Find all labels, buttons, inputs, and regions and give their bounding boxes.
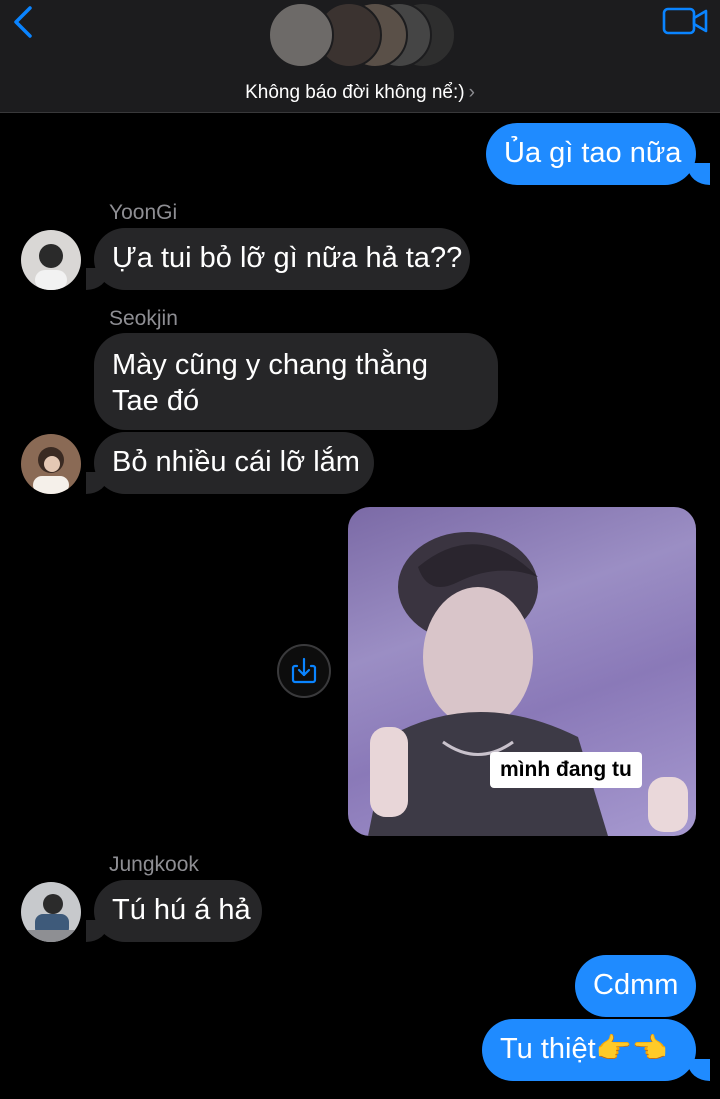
save-image-button[interactable] xyxy=(277,644,331,698)
back-chevron-icon[interactable] xyxy=(8,4,38,40)
chevron-right-icon: › xyxy=(468,82,475,103)
sender-name: YoonGi xyxy=(109,201,178,224)
message-text: Tú hú á hả xyxy=(112,894,251,926)
message-text-line: Mày cũng y chang thằng xyxy=(112,349,428,381)
message-text: Tu thiệt👉👈 xyxy=(500,1033,668,1065)
incoming-message[interactable]: Mày cũng y chang thằng Tae đó xyxy=(94,333,498,430)
incoming-message[interactable]: Bỏ nhiều cái lỡ lắm xyxy=(94,432,374,494)
sender-name: Seokjin xyxy=(109,307,178,330)
image-message[interactable]: mình đang tu xyxy=(348,507,696,836)
incoming-message[interactable]: Tú hú á hả xyxy=(94,880,262,942)
sender-name: Jungkook xyxy=(109,853,199,876)
download-icon xyxy=(291,657,317,684)
image-caption: mình đang tu xyxy=(490,752,642,788)
bubble-tail xyxy=(86,472,108,494)
message-text: Cdmm xyxy=(593,969,679,1001)
group-title[interactable]: Không báo đời không nể:) › xyxy=(0,82,720,104)
bubble-tail xyxy=(86,920,108,942)
video-call-icon[interactable] xyxy=(662,6,708,36)
message-text: Ủa gì tao nữa xyxy=(504,137,682,169)
group-avatar-1 xyxy=(268,2,334,68)
message-text-line: Tae đó xyxy=(112,385,200,417)
outgoing-message[interactable]: Ủa gì tao nữa xyxy=(486,123,696,185)
bubble-tail xyxy=(688,1059,710,1081)
bubble-tail xyxy=(688,163,710,185)
outgoing-message[interactable]: Cdmm xyxy=(575,955,696,1017)
group-avatars[interactable] xyxy=(268,2,458,70)
conversation-header: Không báo đời không nể:) › xyxy=(0,0,720,113)
message-text: Bỏ nhiều cái lỡ lắm xyxy=(112,446,360,478)
outgoing-message[interactable]: Tu thiệt👉👈 xyxy=(482,1019,696,1081)
avatar-yoongi[interactable] xyxy=(21,230,81,290)
bubble-tail xyxy=(86,268,108,290)
avatar-jungkook[interactable] xyxy=(21,882,81,942)
avatar-seokjin[interactable] xyxy=(21,434,81,494)
message-text: Ựa tui bỏ lỡ gì nữa hả ta?? xyxy=(112,242,463,274)
group-name: Không báo đời không nể:) xyxy=(245,82,465,103)
incoming-message[interactable]: Ựa tui bỏ lỡ gì nữa hả ta?? xyxy=(94,228,470,290)
